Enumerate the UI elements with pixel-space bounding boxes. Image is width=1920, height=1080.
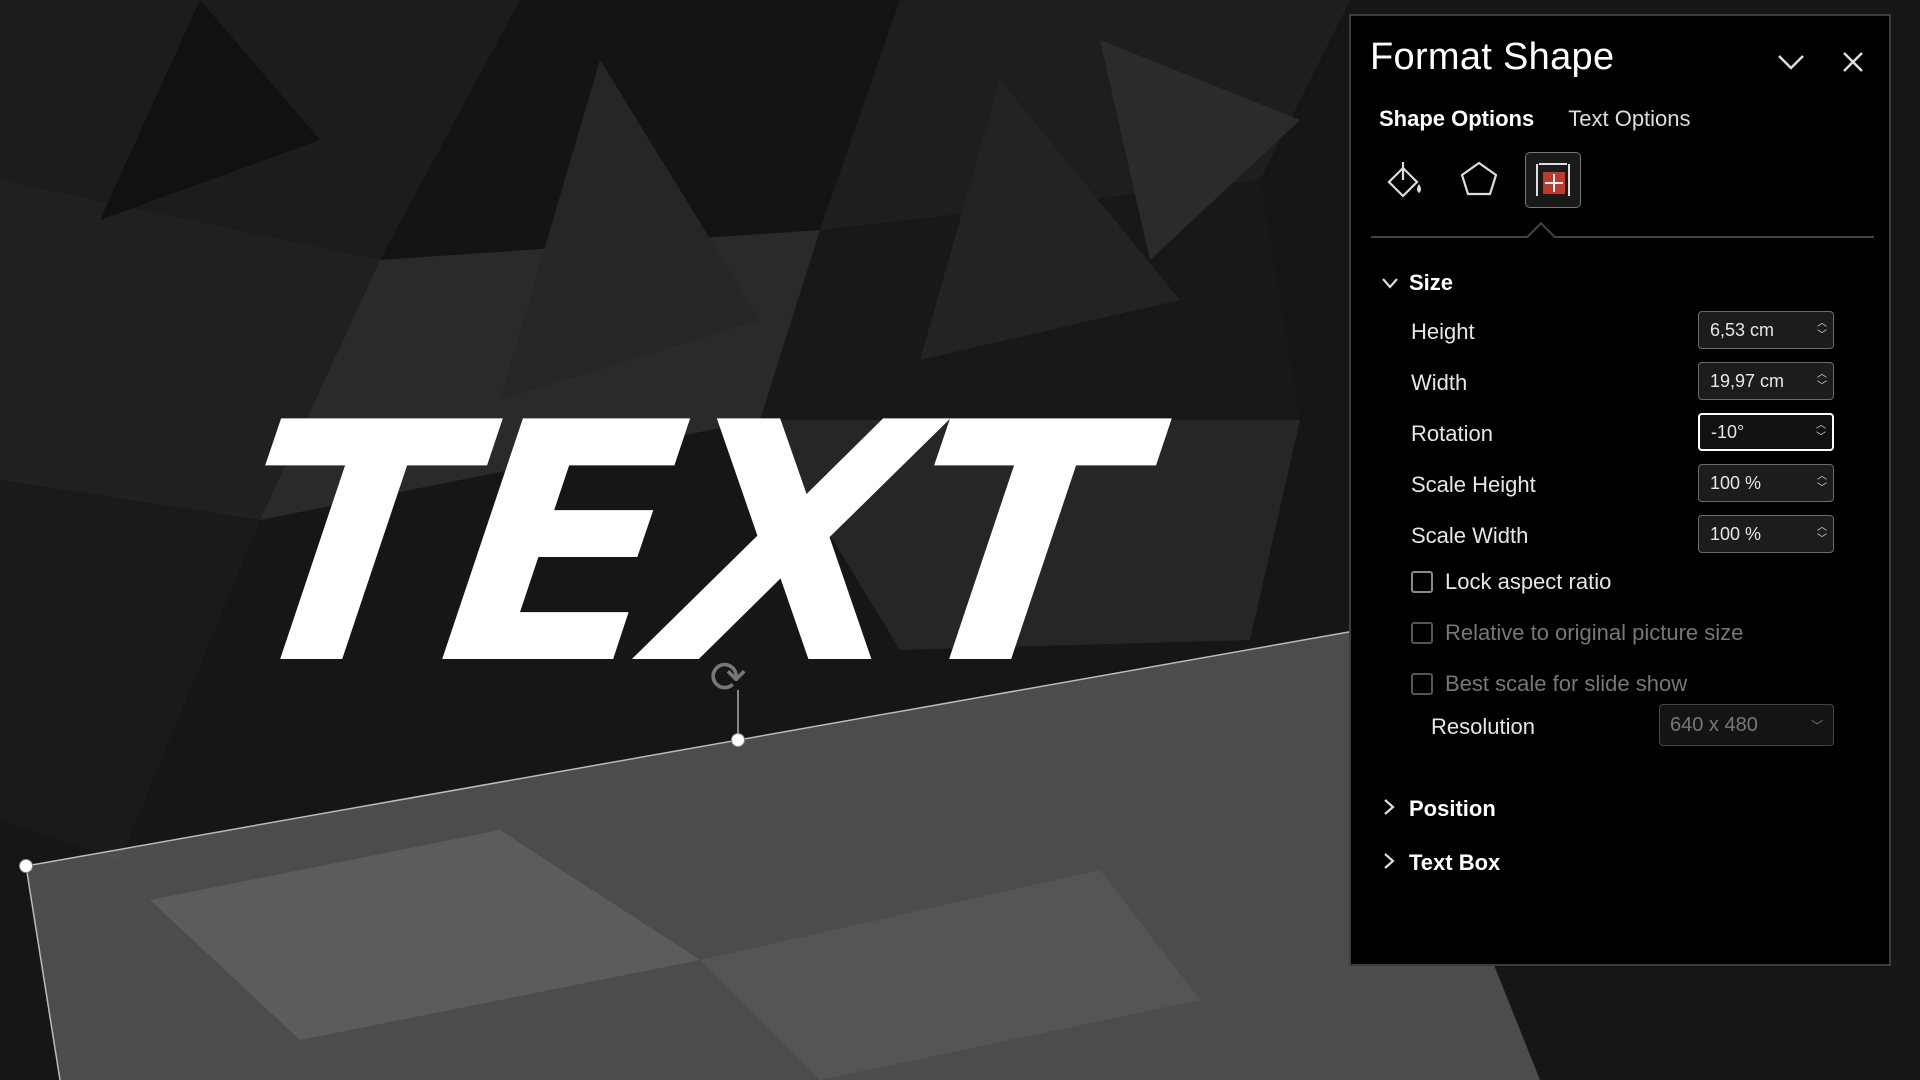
best-scale-checkbox xyxy=(1411,673,1433,695)
relative-size-label: Relative to original picture size xyxy=(1445,620,1744,645)
rotation-spinner[interactable]: -10° ︿ ﹀ xyxy=(1698,413,1834,451)
lock-aspect-ratio-label[interactable]: Lock aspect ratio xyxy=(1445,569,1611,595)
resolution-label: Resolution xyxy=(1431,714,1535,739)
spin-arrows-icon[interactable]: ︿ ﹀ xyxy=(1811,369,1833,393)
option-icon-row xyxy=(1377,152,1581,208)
pane-tabs: Shape Options Text Options xyxy=(1379,106,1691,132)
section-text-box-title: Text Box xyxy=(1409,850,1501,875)
scale-width-value[interactable]: 100 % xyxy=(1699,524,1811,545)
resolution-value: 640 x 480 xyxy=(1670,713,1758,736)
height-label: Height xyxy=(1411,319,1475,344)
resize-handle-top-left[interactable] xyxy=(19,859,33,873)
height-value[interactable]: 6,53 cm xyxy=(1699,320,1811,341)
relative-size-checkbox xyxy=(1411,622,1433,644)
chevron-down-icon[interactable] xyxy=(1771,42,1811,82)
best-scale-row: Best scale for slide show xyxy=(1411,671,1687,697)
chevron-right-icon xyxy=(1381,852,1397,875)
relative-size-row: Relative to original picture size xyxy=(1411,620,1743,646)
panel-title: Format Shape xyxy=(1370,36,1615,78)
section-text-box-header[interactable]: Text Box xyxy=(1381,850,1500,876)
slide-text-shape[interactable]: TEXT xyxy=(211,353,1147,737)
scale-width-spinner[interactable]: 100 % ︿ ﹀ xyxy=(1698,515,1834,553)
spin-arrows-icon[interactable]: ︿ ﹀ xyxy=(1811,522,1833,546)
width-spinner[interactable]: 19,97 cm ︿ ﹀ xyxy=(1698,362,1834,400)
rotation-value[interactable]: -10° xyxy=(1700,422,1810,443)
section-position-title: Position xyxy=(1409,796,1496,821)
fill-line-icon[interactable] xyxy=(1377,152,1433,208)
size-properties-icon[interactable] xyxy=(1525,152,1581,208)
chevron-down-icon xyxy=(1381,273,1398,294)
section-size-header[interactable]: Size xyxy=(1381,270,1453,296)
spin-arrows-icon[interactable]: ︿ ﹀ xyxy=(1811,318,1833,342)
width-label: Width xyxy=(1411,370,1468,395)
rotate-handle-icon[interactable]: ⟳ xyxy=(706,656,750,700)
resolution-select: 640 x 480 ﹀ xyxy=(1659,704,1834,746)
best-scale-label: Best scale for slide show xyxy=(1445,671,1688,696)
tab-divider xyxy=(1371,236,1874,238)
scale-height-value[interactable]: 100 % xyxy=(1699,473,1811,494)
rotation-label: Rotation xyxy=(1411,421,1493,446)
format-shape-pane: Format Shape Shape Options Text Options xyxy=(1349,14,1891,966)
scale-height-label: Scale Height xyxy=(1411,472,1536,497)
effects-icon[interactable] xyxy=(1451,152,1507,208)
lock-aspect-ratio-row[interactable]: Lock aspect ratio xyxy=(1411,569,1611,595)
close-icon[interactable] xyxy=(1833,42,1873,82)
spin-arrows-icon[interactable]: ︿ ﹀ xyxy=(1811,471,1833,495)
width-value[interactable]: 19,97 cm xyxy=(1699,371,1811,392)
section-size-title: Size xyxy=(1409,270,1454,295)
scale-height-spinner[interactable]: 100 % ︿ ﹀ xyxy=(1698,464,1834,502)
lock-aspect-ratio-checkbox[interactable] xyxy=(1411,571,1433,593)
section-position-header[interactable]: Position xyxy=(1381,796,1496,822)
tab-text-options[interactable]: Text Options xyxy=(1568,106,1690,132)
scale-width-label: Scale Width xyxy=(1411,523,1529,548)
height-spinner[interactable]: 6,53 cm ︿ ﹀ xyxy=(1698,311,1834,349)
chevron-down-icon: ﹀ xyxy=(1810,718,1823,733)
tab-shape-options[interactable]: Shape Options xyxy=(1379,106,1534,132)
spin-arrows-icon[interactable]: ︿ ﹀ xyxy=(1810,420,1832,444)
selected-indicator xyxy=(1526,221,1556,251)
chevron-right-icon xyxy=(1381,798,1397,821)
resize-handle-top[interactable] xyxy=(731,733,745,747)
